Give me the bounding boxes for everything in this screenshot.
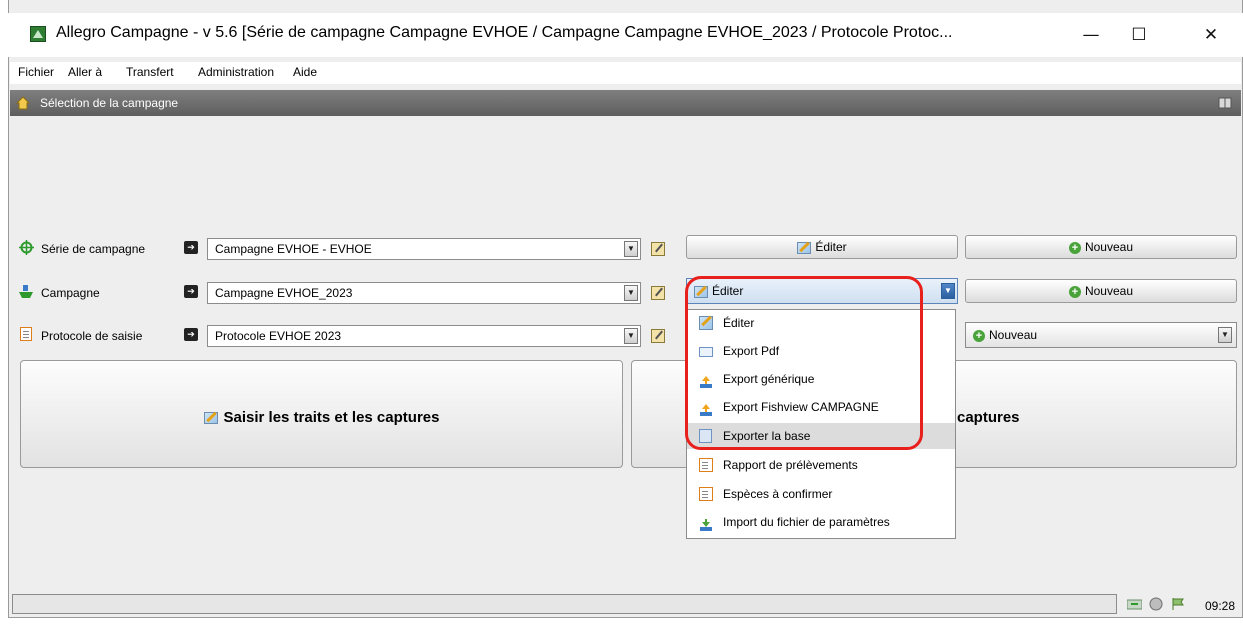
chevron-down-icon[interactable]: ▼ — [941, 283, 955, 299]
serie-label: Série de campagne — [41, 242, 146, 256]
export-icon — [699, 372, 713, 388]
campagne-new-button[interactable]: + Nouveau — [965, 279, 1237, 303]
chevron-down-icon[interactable]: ▼ — [624, 328, 638, 344]
dropdown-item-export-pdf[interactable]: Export Pdf — [687, 338, 955, 364]
export-icon — [699, 400, 713, 416]
menu-aide[interactable]: Aide — [293, 65, 317, 79]
import-icon — [699, 515, 713, 531]
notepad-edit-icon[interactable] — [651, 329, 665, 343]
goto-arrow-icon[interactable]: ➔ — [184, 285, 198, 298]
plus-icon: + — [1068, 241, 1081, 254]
mail-icon — [699, 347, 713, 357]
goto-arrow-icon[interactable]: ➔ — [184, 328, 198, 341]
minimize-button[interactable]: — — [1068, 20, 1114, 50]
serie-new-button[interactable]: + Nouveau — [965, 235, 1237, 259]
dropdown-item-especes[interactable]: Espèces à confirmer — [687, 481, 955, 507]
help-book-icon[interactable] — [1218, 96, 1232, 110]
ship-icon — [18, 284, 34, 299]
notepad-edit-icon[interactable] — [651, 286, 665, 300]
menu-administration[interactable]: Administration — [198, 65, 274, 79]
content-area — [10, 116, 1241, 588]
chevron-down-icon[interactable]: ▼ — [1218, 327, 1232, 343]
edit-icon — [699, 316, 713, 330]
flag-icon — [1171, 597, 1185, 611]
campagne-value: Campagne EVHOE_2023 — [215, 286, 353, 300]
saisir-button[interactable]: Saisir les traits et les captures — [20, 360, 623, 468]
campagne-combo[interactable]: Campagne EVHOE_2023 — [207, 282, 641, 304]
home-icon — [15, 96, 31, 110]
window-title: Allegro Campagne - v 5.6 [Série de campa… — [56, 24, 953, 41]
protocole-value: Protocole EVHOE 2023 — [215, 329, 342, 343]
dropdown-item-editer[interactable]: Éditer — [687, 310, 955, 336]
dropdown-item-exporter-base[interactable]: Exporter la base — [687, 423, 955, 449]
database-icon — [699, 429, 712, 443]
goto-arrow-icon[interactable]: ➔ — [184, 241, 198, 254]
dropdown-item-import-parametres[interactable]: Import du fichier de paramètres — [687, 509, 955, 535]
captures-label: captures — [957, 409, 1020, 426]
saisir-label: Saisir les traits et les captures — [223, 409, 440, 426]
status-message-field — [12, 594, 1117, 614]
serie-value: Campagne EVHOE - EVHOE — [215, 242, 372, 256]
report-icon — [699, 458, 713, 472]
edit-icon — [203, 412, 218, 425]
section-header — [10, 90, 1241, 116]
serie-edit-button[interactable]: Éditer — [686, 235, 958, 259]
document-icon — [20, 327, 32, 341]
refresh-icon — [1126, 598, 1143, 611]
app-logo-icon — [30, 26, 46, 42]
plus-icon: + — [973, 329, 985, 342]
campagne-label: Campagne — [41, 286, 100, 300]
serie-combo[interactable]: Campagne EVHOE - EVHOE — [207, 238, 641, 260]
network-icon — [1149, 597, 1163, 611]
menu-aller-a[interactable]: Aller à — [68, 65, 102, 79]
menu-bar — [10, 62, 1241, 84]
dropdown-item-export-fishview[interactable]: Export Fishview CAMPAGNE — [687, 394, 955, 420]
section-title: Sélection de la campagne — [40, 96, 179, 110]
protocole-label: Protocole de saisie — [41, 329, 143, 343]
crosshair-icon — [19, 240, 34, 255]
protocole-combo[interactable]: Protocole EVHOE 2023 — [207, 325, 641, 347]
edit-icon — [797, 241, 812, 254]
plus-icon: + — [1068, 285, 1081, 298]
menu-transfert[interactable]: Transfert — [126, 65, 174, 79]
dropdown-item-rapport[interactable]: Rapport de prélèvements — [687, 452, 955, 478]
action-dropdown-menu: Éditer Export Pdf Export générique Expor… — [686, 309, 956, 539]
notepad-edit-icon[interactable] — [651, 242, 665, 256]
edit-icon — [694, 285, 708, 298]
maximize-button[interactable]: ☐ — [1116, 20, 1162, 50]
protocole-new-combo[interactable]: + Nouveau — [965, 322, 1237, 348]
report-icon — [699, 487, 713, 501]
campagne-action-combo[interactable]: Éditer — [686, 278, 958, 304]
status-time: 09:28 — [1205, 599, 1236, 613]
menu-fichier[interactable]: Fichier — [18, 65, 54, 79]
dropdown-item-export-generique[interactable]: Export générique — [687, 366, 955, 392]
chevron-down-icon[interactable]: ▼ — [624, 285, 638, 301]
chevron-down-icon[interactable]: ▼ — [624, 241, 638, 257]
close-button[interactable]: ✕ — [1188, 20, 1234, 50]
